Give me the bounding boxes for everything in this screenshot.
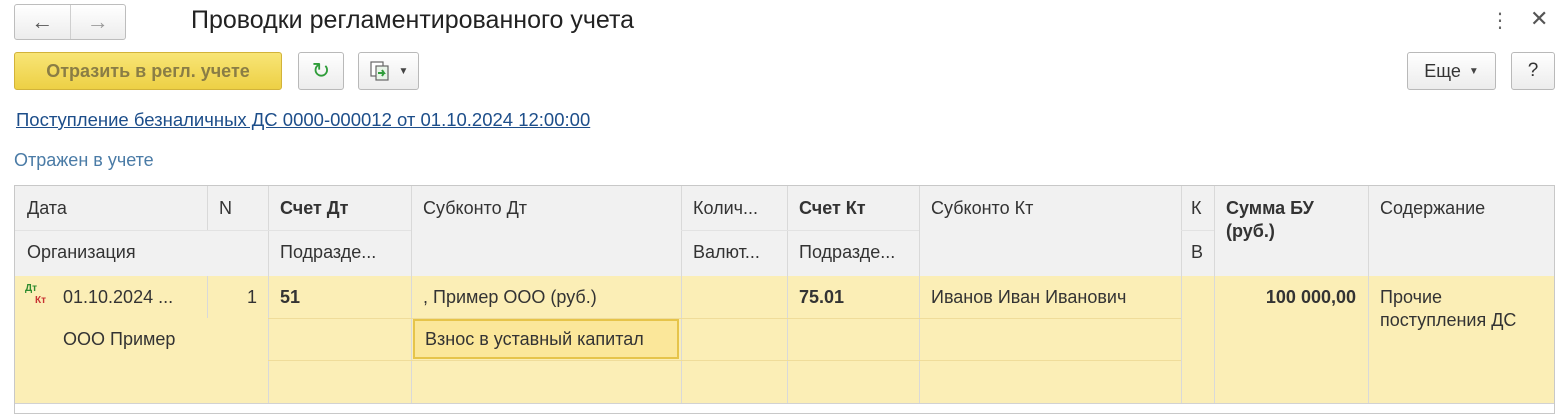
column-header-k[interactable]: К: [1181, 197, 1214, 219]
more-button-label: Еще: [1424, 60, 1461, 81]
column-header-v[interactable]: В: [1181, 241, 1214, 263]
column-header-organization[interactable]: Организация: [15, 241, 268, 263]
arrow-left-icon: ←: [31, 9, 54, 34]
row-account-kt: 75.01: [799, 287, 845, 307]
column-header-account-dt[interactable]: Счет Дт: [268, 197, 411, 219]
row-content-line1: Прочие: [1380, 287, 1443, 307]
chevron-down-icon: ▼: [398, 65, 409, 77]
column-header-content[interactable]: Содержание: [1368, 197, 1554, 219]
column-header-subconto-kt[interactable]: Субконто Кт: [919, 197, 1181, 219]
column-header-amount[interactable]: Сумма БУ: [1214, 197, 1368, 219]
row-subconto-kt1: Иванов Иван Иванович: [931, 287, 1127, 307]
row-organization: ООО Пример: [63, 329, 176, 349]
column-header-division-dt[interactable]: Подразде...: [268, 241, 411, 263]
refresh-icon: ↻: [311, 58, 331, 83]
row-subconto-dt1: , Пример ООО (руб.): [423, 287, 597, 307]
dt-kt-icon: Дт Кт: [25, 283, 51, 311]
column-header-currency[interactable]: Валют...: [681, 241, 787, 263]
column-header-quantity[interactable]: Колич...: [681, 197, 787, 219]
dt-label: Дт: [25, 283, 38, 294]
document-link[interactable]: Поступление безналичных ДС 0000-000012 о…: [16, 109, 590, 131]
forward-button[interactable]: →: [69, 5, 126, 39]
postings-table[interactable]: Дата N Организация Счет Дт Подразде... С…: [14, 185, 1555, 414]
row-subconto-dt2[interactable]: Взнос в уставный капитал: [413, 319, 679, 359]
column-header-amount-unit: (руб.): [1226, 221, 1275, 241]
window-title: Проводки регламентированного учета: [191, 6, 635, 34]
refresh-button[interactable]: ↻: [298, 52, 344, 90]
document-structure-button[interactable]: ▼: [358, 52, 419, 90]
row-date: 01.10.2024 ...: [63, 287, 174, 307]
document-structure-icon: [369, 61, 389, 81]
posting-status: Отражен в учете: [14, 150, 154, 170]
back-button[interactable]: ←: [15, 5, 70, 39]
column-header-date[interactable]: Дата: [15, 197, 207, 219]
row-amount: 100 000,00: [1265, 287, 1356, 307]
chevron-down-icon: ▼: [1468, 65, 1479, 77]
post-button[interactable]: Отразить в регл. учете: [14, 52, 282, 90]
navigation-buttons: ← →: [14, 4, 126, 40]
column-header-subconto-dt[interactable]: Субконто Дт: [411, 197, 681, 219]
kebab-icon[interactable]: ⋮: [1490, 10, 1510, 32]
help-button[interactable]: ?: [1511, 52, 1555, 90]
column-header-account-kt[interactable]: Счет Кт: [787, 197, 919, 219]
column-header-division-kt[interactable]: Подразде...: [787, 241, 919, 263]
close-icon[interactable]: ✕: [1530, 8, 1548, 30]
kt-label: Кт: [35, 295, 47, 306]
row-content-line2: поступления ДС: [1380, 310, 1517, 330]
arrow-right-icon: →: [86, 9, 109, 34]
column-header-n[interactable]: N: [207, 197, 268, 219]
row-account-dt: 51: [280, 287, 301, 307]
row-n: 1: [246, 287, 257, 307]
more-button[interactable]: Еще ▼: [1407, 52, 1496, 90]
